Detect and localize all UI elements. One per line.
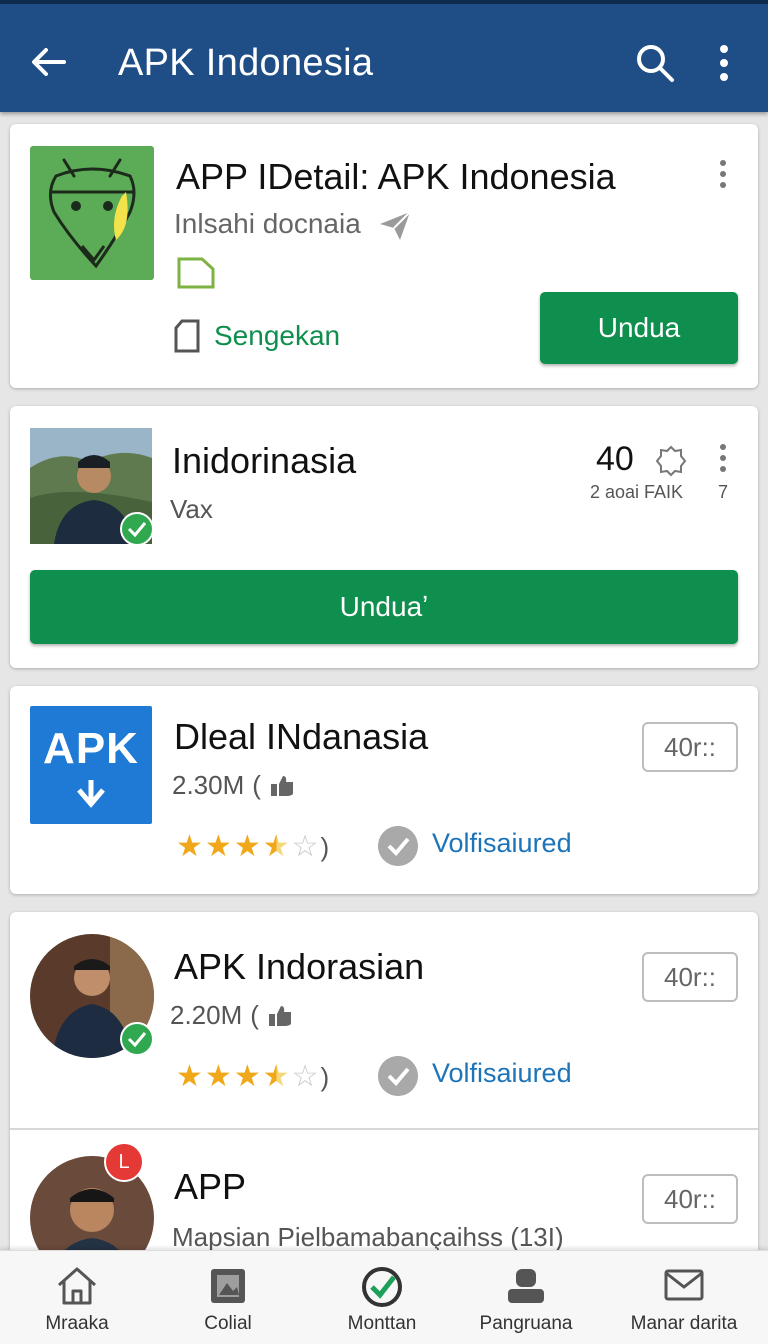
mail-icon [664, 1269, 704, 1301]
star-icon: ★ [176, 1060, 203, 1093]
nav-label: Mraaka [45, 1313, 109, 1334]
star-icon: ★ [233, 1060, 261, 1093]
settings-icon[interactable] [654, 444, 688, 478]
version-pill[interactable]: 40r:: [642, 722, 738, 772]
rating-stars: ★ ★ ★ ★ ☆ ) [176, 830, 330, 863]
publisher-meta-number: 7 [718, 482, 729, 502]
app-title: APK Indorasian [174, 946, 425, 987]
check-circle-icon [362, 1267, 402, 1307]
tag-icon [177, 257, 215, 289]
thumbs-up-icon [270, 775, 293, 796]
star-half-icon: ★ [262, 1060, 290, 1093]
thumbs-up-icon [268, 1005, 291, 1026]
download-button-wide[interactable]: Unduaʼ [30, 570, 738, 644]
developer-name: Inlsahi docnaia [174, 208, 361, 239]
list-divider [10, 1128, 758, 1130]
publisher-name: Inidorinasia [172, 440, 357, 481]
star-icon: ★ [204, 830, 232, 863]
app-list-item[interactable]: APK Dleal INdanasia 2.30M ( ★ ★ ★ ★ ☆ ) … [10, 686, 758, 894]
nav-label: Monttan [347, 1313, 417, 1334]
app-detail-card[interactable]: APP IDetail: APK Indonesia Inlsahi docna… [10, 124, 758, 388]
home-icon [58, 1267, 96, 1305]
app-bar: APK Indonesia [0, 0, 768, 112]
more-vert-icon[interactable] [712, 42, 736, 84]
card-menu-icon[interactable] [718, 444, 728, 478]
app-title: Dleal INdanasia [174, 716, 429, 757]
star-icon: ★ [204, 1060, 232, 1093]
app-list-item[interactable]: APK Indorasian 2.20M ( ★ ★ ★ ★ ☆ ) Volfi… [10, 912, 758, 1266]
nav-label: Colial [204, 1313, 252, 1334]
verified-label: Volfisaiured [432, 828, 572, 858]
app-size-value: 2.30M [172, 770, 245, 800]
apk-icon-label: APK [43, 724, 139, 773]
document-icon [174, 319, 200, 353]
verified-label: Volfisaiured [432, 1058, 572, 1088]
verified-check-icon [120, 1022, 154, 1056]
publisher-card[interactable]: Inidorinasia Vax 40 2 aoai FAIK 7 Unduaʼ [10, 406, 758, 668]
nav-item-home[interactable]: Mraaka [20, 1251, 134, 1344]
publisher-subtitle: Vax [170, 494, 213, 524]
rating-stars: ★ ★ ★ ★ ☆ ) [176, 1060, 330, 1093]
nav-item-monitor[interactable]: Monttan [322, 1251, 442, 1344]
card-menu-icon[interactable] [718, 160, 728, 194]
send-icon[interactable] [378, 210, 412, 242]
app-size: 2.30M ( [172, 770, 295, 801]
star-empty-icon: ☆ [291, 1060, 319, 1093]
star-icon: ★ [233, 830, 261, 863]
bottom-navigation: Mraaka Colial Monttan Pangruana Manar da… [0, 1250, 768, 1344]
version-pill[interactable]: 40r:: [642, 1174, 738, 1224]
search-icon[interactable] [634, 42, 676, 84]
download-button[interactable]: Undua [540, 292, 738, 364]
nav-item-user[interactable]: Pangruana [466, 1251, 586, 1344]
back-arrow-icon[interactable] [28, 42, 68, 82]
apk-app-icon: APK [30, 706, 152, 824]
collection-icon [211, 1269, 245, 1303]
notification-badge: L [104, 1142, 144, 1182]
nav-item-collection[interactable]: Colial [172, 1251, 284, 1344]
close-paren: ) [320, 832, 330, 862]
verified-icon [378, 826, 418, 866]
app-title: APP [174, 1166, 247, 1207]
close-paren: ) [320, 1062, 330, 1092]
download-arrow-icon [77, 780, 105, 808]
nav-label: Manar darita [630, 1313, 738, 1334]
user-icon [508, 1269, 544, 1303]
star-icon: ★ [176, 830, 203, 863]
nav-label: Pangruana [479, 1313, 573, 1334]
page-title: APK Indonesia [118, 42, 374, 84]
app-subtitle: Mapsian Pielbamabançaihss (13I) [172, 1222, 564, 1252]
nav-item-messages[interactable]: Manar darita [618, 1251, 750, 1344]
share-link[interactable]: Sengekan [214, 320, 340, 352]
verified-icon [378, 1056, 418, 1096]
open-paren: ( [252, 770, 261, 800]
open-paren: ( [250, 1000, 259, 1030]
android-app-icon [30, 146, 154, 280]
app-title: APP IDetail: APK Indonesia [176, 156, 616, 197]
version-pill[interactable]: 40r:: [642, 952, 738, 1002]
verified-check-icon [120, 512, 154, 546]
publisher-count: 40 [596, 440, 634, 478]
app-size: 2.20M ( [170, 1000, 293, 1031]
star-empty-icon: ☆ [291, 830, 319, 863]
app-size-value: 2.20M [170, 1000, 243, 1030]
publisher-meta: 2 aoai FAIK [590, 482, 684, 502]
star-half-icon: ★ [262, 830, 290, 863]
